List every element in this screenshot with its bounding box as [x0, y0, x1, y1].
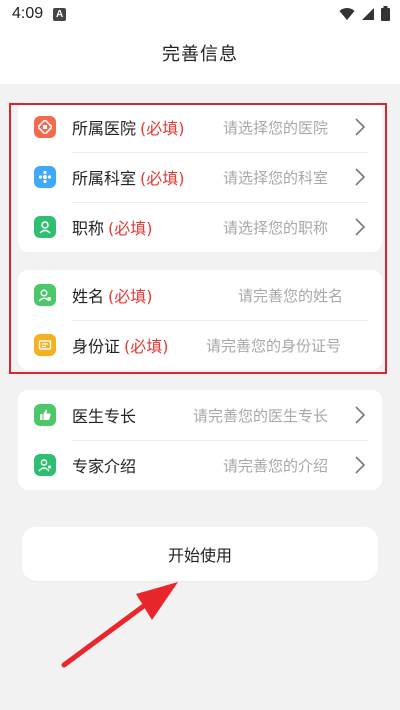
- chevron-right-icon: [355, 118, 366, 136]
- expert-icon: [34, 454, 56, 476]
- required-tag: (必填): [108, 287, 153, 306]
- row-introduction[interactable]: 专家介绍 请完善您的介绍: [18, 440, 382, 490]
- row-department-hint: 请选择您的科室: [223, 168, 329, 187]
- row-introduction-hint: 请完善您的介绍: [223, 456, 329, 475]
- row-hospital-label: 所属医院 (必填): [72, 119, 185, 138]
- status-bar: 4:09 A: [0, 0, 400, 28]
- status-icons: [339, 6, 390, 21]
- notification-icon: A: [53, 7, 67, 21]
- row-hospital-hint: 请选择您的医院: [223, 118, 329, 137]
- row-name-label: 姓名 (必填): [72, 287, 153, 306]
- name-icon: [34, 284, 56, 306]
- row-title-label: 职称 (必填): [72, 219, 153, 238]
- row-department-label: 所属科室 (必填): [72, 169, 185, 188]
- required-tag: (必填): [140, 119, 185, 138]
- row-title-hint: 请选择您的职称: [223, 218, 329, 237]
- card-identity: 姓名 (必填) 请完善您的姓名 身份证 (必填) 请完善您的身份证号: [18, 270, 382, 370]
- id-card-input[interactable]: 请完善您的身份证号: [206, 335, 341, 356]
- row-department[interactable]: 所属科室 (必填) 请选择您的科室: [18, 152, 382, 202]
- signal-icon: [362, 7, 374, 20]
- id-card-icon: [34, 334, 56, 356]
- required-tag: (必填): [108, 219, 153, 238]
- row-id-card-label: 身份证 (必填): [72, 337, 169, 356]
- battery-icon: [381, 6, 390, 21]
- chevron-right-icon: [355, 406, 366, 424]
- chevron-right-icon: [355, 168, 366, 186]
- row-specialty-hint: 请完善您的医生专长: [193, 406, 329, 425]
- card-optional-info: 医生专长 请完善您的医生专长 专家介绍 请完善您的介绍: [18, 390, 382, 490]
- row-specialty-label: 医生专长: [72, 407, 137, 426]
- row-specialty[interactable]: 医生专长 请完善您的医生专长: [18, 390, 382, 440]
- start-button[interactable]: 开始使用: [22, 527, 378, 581]
- department-icon: [34, 166, 56, 188]
- row-id-card[interactable]: 身份证 (必填) 请完善您的身份证号: [18, 320, 382, 370]
- required-tag: (必填): [140, 169, 185, 188]
- chevron-right-icon: [355, 218, 366, 236]
- title-icon: [34, 216, 56, 238]
- required-tag: (必填): [124, 337, 169, 356]
- name-input[interactable]: 请完善您的姓名: [238, 285, 343, 306]
- wifi-icon: [339, 7, 355, 20]
- hospital-icon: [34, 116, 56, 138]
- row-title[interactable]: 职称 (必填) 请选择您的职称: [18, 202, 382, 252]
- page-title: 完善信息: [162, 44, 238, 65]
- row-name[interactable]: 姓名 (必填) 请完善您的姓名: [18, 270, 382, 320]
- thumbs-up-icon: [34, 404, 56, 426]
- row-introduction-label: 专家介绍: [72, 457, 137, 476]
- status-time: 4:09: [12, 5, 44, 22]
- chevron-right-icon: [355, 456, 366, 474]
- row-hospital[interactable]: 所属医院 (必填) 请选择您的医院: [18, 102, 382, 152]
- card-required-info: 所属医院 (必填) 请选择您的医院 所属科室 (必填) 请选择您的科室 职称 (必填)…: [18, 102, 382, 252]
